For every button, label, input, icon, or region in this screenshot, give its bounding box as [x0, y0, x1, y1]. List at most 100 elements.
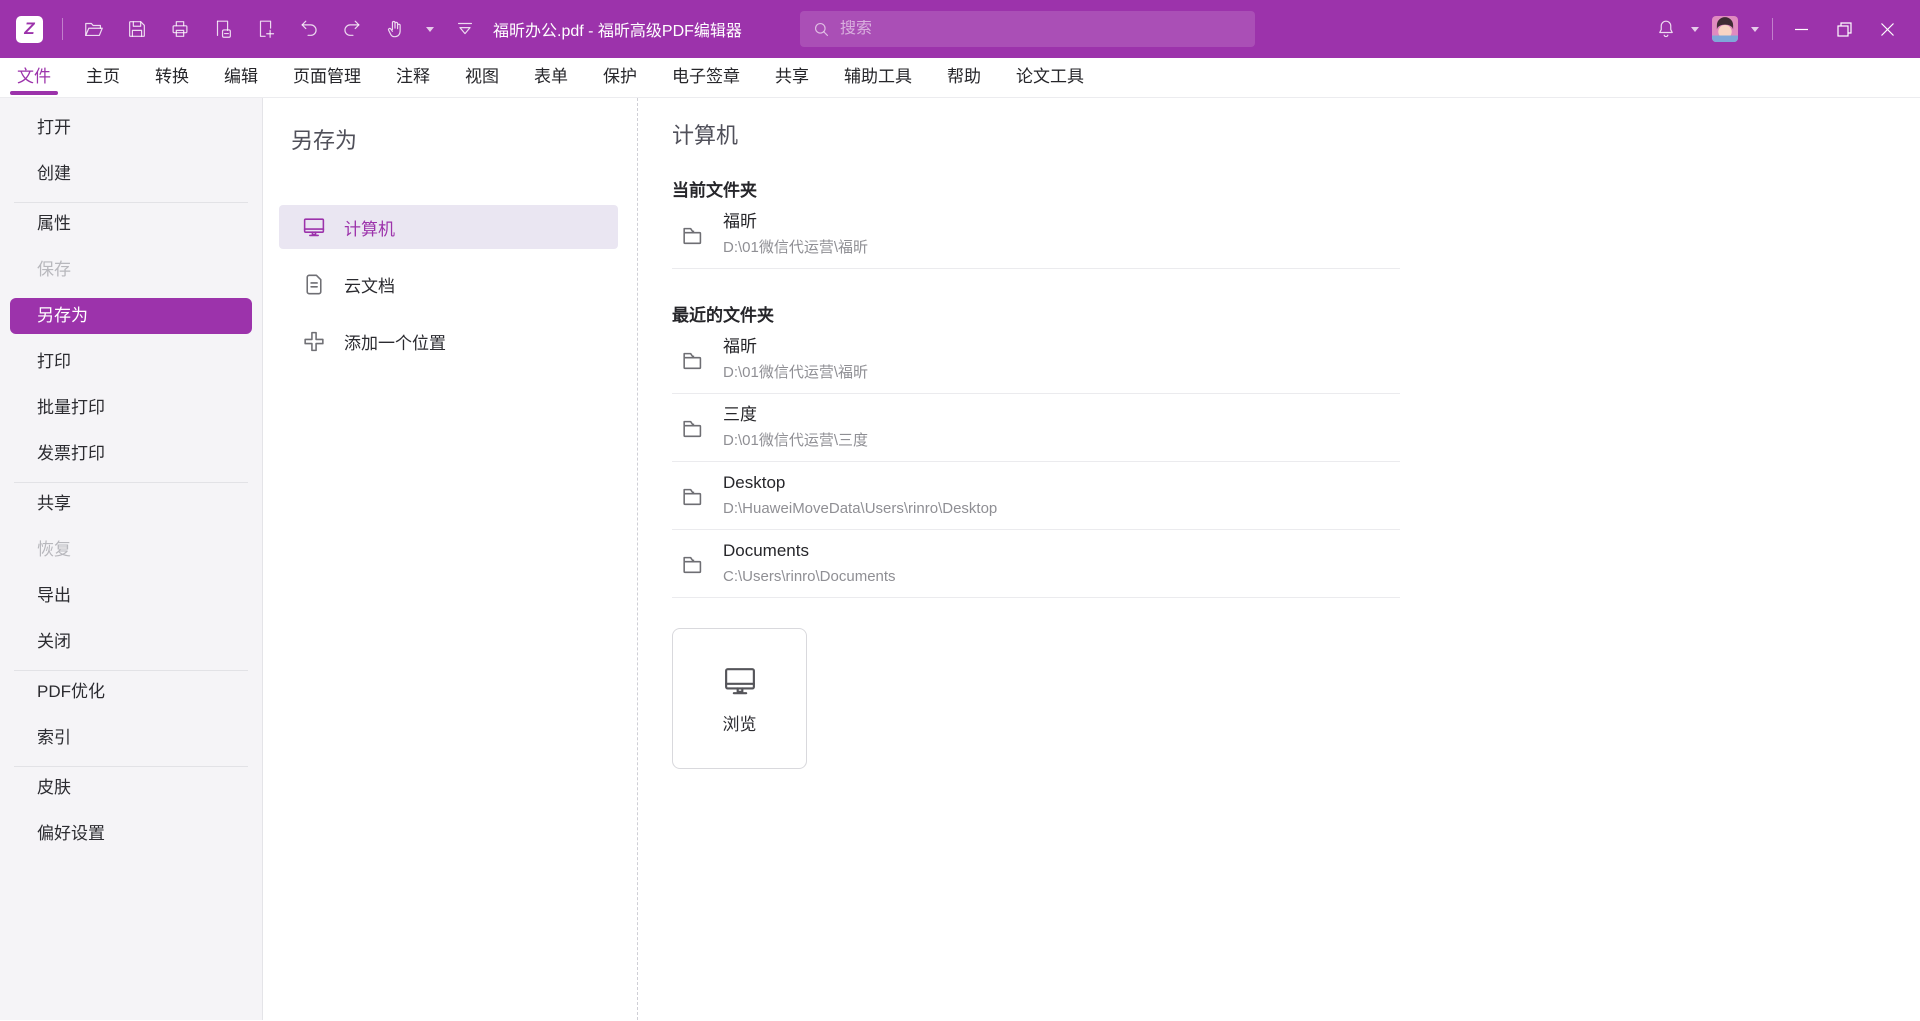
separator — [62, 18, 63, 40]
maximize-button[interactable] — [1829, 14, 1859, 44]
save-button[interactable] — [125, 17, 149, 41]
add-page-button[interactable] — [254, 17, 278, 41]
undo-icon — [298, 18, 320, 40]
tab-protect[interactable]: 保护 — [603, 58, 637, 98]
close-button[interactable] — [1872, 14, 1902, 44]
sidebar-item-revert[interactable]: 恢复 — [10, 532, 252, 568]
location-label: 添加一个位置 — [344, 329, 446, 354]
tab-share[interactable]: 共享 — [775, 58, 809, 98]
computer-icon — [300, 214, 327, 240]
browse-button[interactable]: 浏览 — [672, 628, 807, 769]
folder-item[interactable]: Documents C:\Users\rinro\Documents — [672, 530, 1400, 597]
tab-help[interactable]: 帮助 — [947, 58, 981, 98]
account-caret-icon[interactable] — [1751, 27, 1759, 32]
tab-view[interactable]: 视图 — [465, 58, 499, 98]
search-box[interactable] — [800, 11, 1255, 47]
sidebar-item-print[interactable]: 打印 — [10, 344, 252, 380]
sidebar-item-save-as[interactable]: 另存为 — [10, 298, 252, 334]
add-page-icon — [255, 18, 277, 40]
sidebar-item-preferences[interactable]: 偏好设置 — [10, 816, 252, 852]
sidebar-item-create[interactable]: 创建 — [10, 156, 252, 192]
sidebar-item-close[interactable]: 关闭 — [10, 624, 252, 660]
collapse-toolbar-icon — [454, 18, 476, 40]
sidebar-item-batch-print[interactable]: 批量打印 — [10, 390, 252, 426]
minimize-button[interactable] — [1786, 14, 1816, 44]
tab-thesis-tools[interactable]: 论文工具 — [1016, 58, 1084, 98]
save-as-title: 另存为 — [263, 123, 637, 155]
plus-icon — [300, 328, 327, 354]
tab-page-management[interactable]: 页面管理 — [293, 58, 361, 98]
location-label: 计算机 — [344, 215, 395, 240]
sidebar-item-properties[interactable]: 属性 — [10, 206, 252, 242]
foxit-logo: Z — [16, 16, 43, 43]
user-avatar[interactable] — [1712, 16, 1738, 42]
close-icon — [1879, 21, 1896, 38]
bell-icon — [1655, 18, 1677, 40]
print-icon — [169, 18, 191, 40]
window-title: 福昕办公.pdf - 福昕高级PDF编辑器 — [493, 17, 742, 41]
folder-icon — [679, 484, 706, 509]
folder-item-current[interactable]: 福昕 D:\01微信代运营\福昕 — [672, 201, 1400, 268]
tab-accessibility[interactable]: 辅助工具 — [844, 58, 912, 98]
folder-name: 三度 — [723, 402, 868, 428]
folder-name: 福昕 — [723, 334, 868, 360]
save-as-panel: 另存为 计算机 云文档 添加一个位置 — [263, 98, 638, 1020]
open-file-icon — [83, 18, 105, 40]
location-computer[interactable]: 计算机 — [279, 205, 618, 249]
tab-convert[interactable]: 转换 — [155, 58, 189, 98]
sidebar-item-pdf-optimize[interactable]: PDF优化 — [10, 674, 252, 710]
redo-button[interactable] — [340, 17, 364, 41]
save-icon — [126, 18, 148, 40]
divider — [14, 202, 248, 203]
hand-tool-caret-icon[interactable] — [426, 27, 434, 32]
folder-name: Desktop — [723, 470, 997, 496]
computer-panel: 计算机 当前文件夹 福昕 D:\01微信代运营\福昕 最近的文件夹 福昕 D:\… — [638, 98, 1920, 1020]
folder-item[interactable]: Desktop D:\HuaweiMoveData\Users\rinro\De… — [672, 462, 1400, 529]
sidebar-item-invoice-print[interactable]: 发票打印 — [10, 436, 252, 472]
redo-icon — [341, 18, 363, 40]
open-file-button[interactable] — [82, 17, 106, 41]
recent-folders-label: 最近的文件夹 — [672, 301, 1920, 326]
folder-item[interactable]: 福昕 D:\01微信代运营\福昕 — [672, 326, 1400, 393]
location-add-a-place[interactable]: 添加一个位置 — [279, 319, 618, 363]
tab-esign[interactable]: 电子签章 — [672, 58, 740, 98]
divider — [14, 482, 248, 483]
sidebar-item-share[interactable]: 共享 — [10, 486, 252, 522]
folder-item[interactable]: 三度 D:\01微信代运营\三度 — [672, 394, 1400, 461]
tab-comment[interactable]: 注释 — [396, 58, 430, 98]
sidebar-item-index[interactable]: 索引 — [10, 720, 252, 756]
document-icon — [300, 271, 327, 297]
hand-tool-icon — [384, 18, 406, 40]
sidebar-item-export[interactable]: 导出 — [10, 578, 252, 614]
search-icon — [812, 20, 831, 39]
divider — [14, 670, 248, 671]
folder-icon — [679, 223, 706, 248]
location-cloud-docs[interactable]: 云文档 — [279, 262, 618, 306]
print-button[interactable] — [168, 17, 192, 41]
folder-icon — [679, 416, 706, 441]
separator — [1772, 18, 1773, 40]
tab-file[interactable]: 文件 — [17, 58, 51, 98]
browse-label: 浏览 — [723, 710, 757, 735]
minimize-icon — [1793, 21, 1810, 38]
copy-page-icon — [212, 18, 234, 40]
collapse-toolbar-button[interactable] — [453, 17, 477, 41]
sidebar-item-skin[interactable]: 皮肤 — [10, 770, 252, 806]
divider — [672, 597, 1400, 598]
folder-name: Documents — [723, 538, 896, 564]
folder-path: D:\HuaweiMoveData\Users\rinro\Desktop — [723, 496, 997, 522]
tab-home[interactable]: 主页 — [86, 58, 120, 98]
sidebar-item-open[interactable]: 打开 — [10, 110, 252, 146]
copy-page-button[interactable] — [211, 17, 235, 41]
search-input[interactable] — [840, 20, 1243, 38]
tab-edit[interactable]: 编辑 — [224, 58, 258, 98]
divider — [14, 766, 248, 767]
sidebar-item-save[interactable]: 保存 — [10, 252, 252, 288]
divider — [672, 268, 1400, 269]
notifications-caret-icon[interactable] — [1691, 27, 1699, 32]
undo-button[interactable] — [297, 17, 321, 41]
tab-form[interactable]: 表单 — [534, 58, 568, 98]
notifications-button[interactable] — [1654, 17, 1678, 41]
folder-path: D:\01微信代运营\福昕 — [723, 360, 868, 386]
hand-tool-button[interactable] — [383, 17, 407, 41]
